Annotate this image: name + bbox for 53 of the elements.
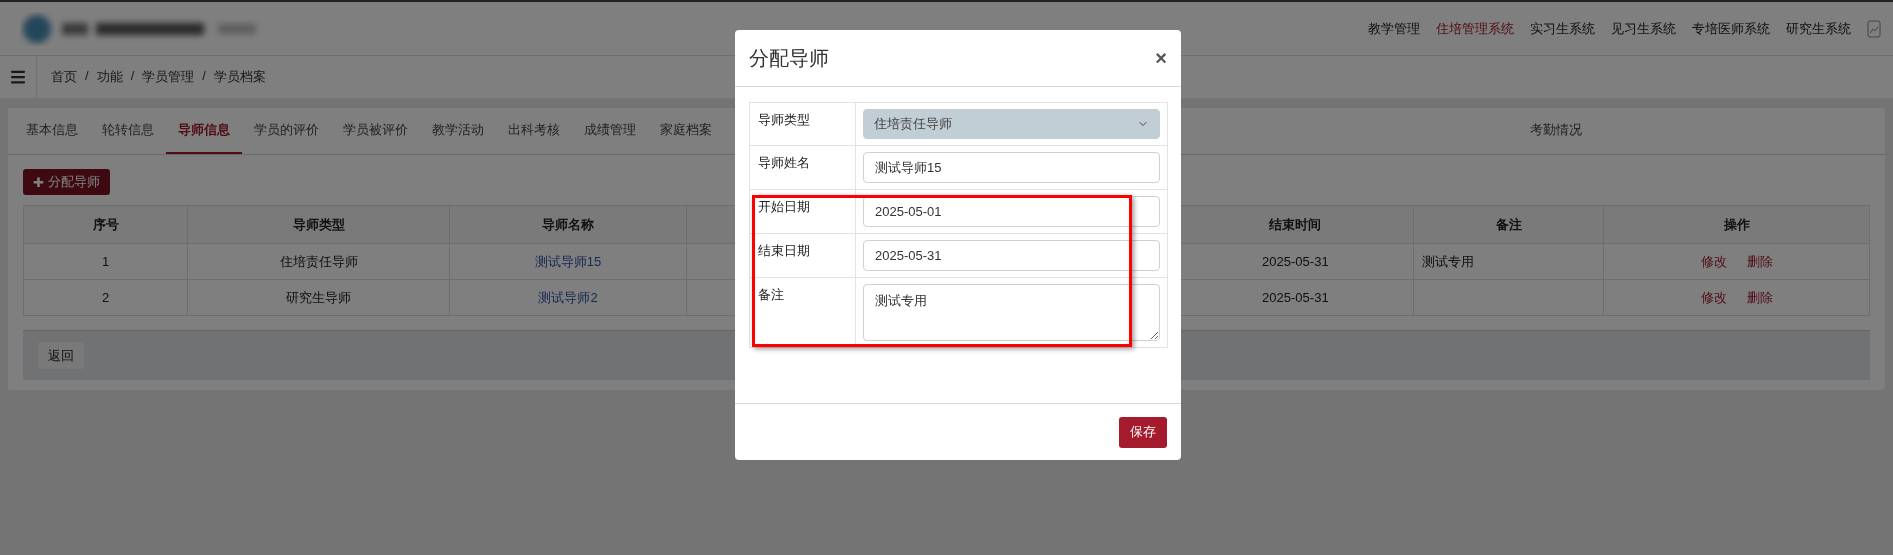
tab[interactable]: 家庭档案: [648, 108, 724, 154]
breadcrumb-link[interactable]: 学员管理: [142, 68, 195, 86]
delete-link[interactable]: 删除: [1746, 253, 1773, 269]
close-button[interactable]: ×: [1155, 46, 1167, 70]
assign-tutor-button[interactable]: ✚ 分配导师: [23, 169, 110, 195]
breadcrumb-separator: /: [130, 68, 135, 85]
save-button[interactable]: 保存: [1119, 416, 1167, 448]
back-button[interactable]: 返回: [38, 342, 84, 369]
menu-icon[interactable]: [9, 68, 27, 86]
remark-field[interactable]: 测试专用: [863, 284, 1160, 341]
breadcrumb-separator: /: [202, 68, 206, 85]
column-header: 导师类型: [187, 205, 450, 244]
column-header: 操作: [1603, 205, 1870, 244]
breadcrumb-link[interactable]: 功能: [96, 68, 123, 86]
edit-link[interactable]: 修改: [1700, 289, 1727, 305]
delete-link[interactable]: 删除: [1746, 289, 1773, 305]
system-link[interactable]: 住培管理系统: [1436, 19, 1514, 38]
table-cell: 2: [23, 279, 188, 316]
tutor-name-link[interactable]: 测试导师15: [534, 253, 602, 269]
tab[interactable]: 教学活动: [420, 108, 496, 154]
system-link[interactable]: 见习生系统: [1611, 19, 1676, 38]
table-cell: 测试专用: [1413, 243, 1604, 280]
tab[interactable]: 学员被评价: [331, 108, 420, 154]
column-header: 导师名称: [449, 205, 687, 244]
column-header: 序号: [23, 205, 188, 244]
field-label: 导师类型: [749, 102, 856, 146]
tab[interactable]: 轮转信息: [90, 108, 166, 154]
field-label: 结束日期: [749, 233, 856, 278]
modal-title: 分配导师: [749, 45, 829, 71]
breadcrumb-link[interactable]: 学员档案: [213, 68, 266, 86]
field-label: 开始日期: [749, 189, 856, 234]
field-label: 备注: [749, 277, 856, 348]
breadcrumb-link[interactable]: 首页: [51, 68, 77, 86]
system-link[interactable]: 专培医师系统: [1692, 19, 1770, 38]
column-header: 备注: [1413, 205, 1604, 244]
table-cell: 住培责任导师: [187, 243, 450, 280]
input-field[interactable]: 测试导师15: [863, 152, 1160, 183]
table-cell: 研究生导师: [187, 279, 450, 316]
field-label: 导师姓名: [749, 145, 856, 190]
tab[interactable]: 出科考核: [496, 108, 572, 154]
tab[interactable]: 成绩管理: [572, 108, 648, 154]
tab[interactable]: 学员的评价: [242, 108, 331, 154]
system-link[interactable]: 实习生系统: [1530, 19, 1595, 38]
tab[interactable]: 考勤情况: [1517, 108, 1594, 154]
breadcrumb-separator: /: [85, 68, 89, 85]
edit-link[interactable]: 修改: [1700, 253, 1727, 269]
tutor-name-link[interactable]: 测试导师2: [538, 289, 598, 305]
table-cell: 1: [23, 243, 188, 280]
tab[interactable]: 导师信息: [166, 108, 242, 154]
input-field[interactable]: 2025-05-31: [863, 240, 1160, 271]
system-link[interactable]: 教学管理: [1368, 19, 1420, 38]
system-link[interactable]: 研究生系统: [1786, 19, 1851, 38]
tab[interactable]: 基本信息: [14, 108, 90, 154]
